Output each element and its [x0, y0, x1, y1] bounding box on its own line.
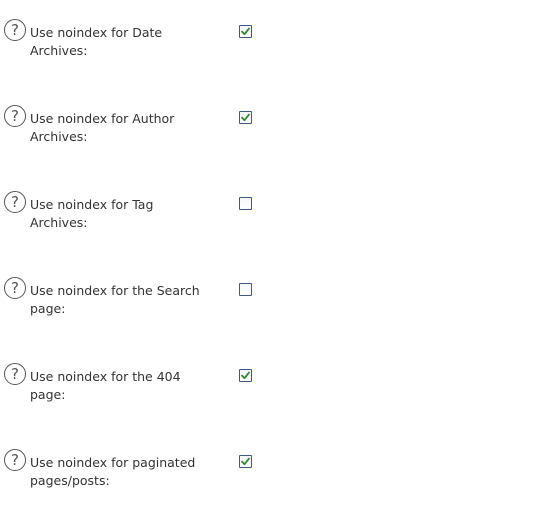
setting-label: Use noindex for Date Archives: [30, 25, 163, 58]
help-icon[interactable]: ? [4, 191, 26, 213]
setting-row-paginated: ? Use noindex for paginated pages/posts: [0, 449, 550, 509]
noindex-settings-list: ? Use noindex for Date Archives: ? Use n… [0, 0, 550, 508]
checkmark-icon [241, 113, 250, 122]
noindex-404-page-checkbox[interactable] [239, 369, 252, 382]
help-icon[interactable]: ? [4, 449, 26, 471]
setting-label: Use noindex for the Search page: [30, 283, 200, 316]
setting-row-404-page: ? Use noindex for the 404 page: [0, 363, 550, 423]
setting-row-search-page: ? Use noindex for the Search page: [0, 277, 550, 337]
checkmark-icon [241, 457, 250, 466]
noindex-date-archives-checkbox[interactable] [239, 25, 252, 38]
setting-label: Use noindex for the 404 page: [30, 369, 181, 402]
help-icon[interactable]: ? [4, 105, 26, 127]
checkmark-icon [241, 27, 250, 36]
setting-row-date-archives: ? Use noindex for Date Archives: [0, 19, 550, 79]
help-icon[interactable]: ? [4, 19, 26, 41]
noindex-search-page-checkbox[interactable] [239, 283, 252, 296]
noindex-tag-archives-checkbox[interactable] [239, 197, 252, 210]
setting-label: Use noindex for paginated pages/posts: [30, 455, 196, 488]
help-icon[interactable]: ? [4, 363, 26, 385]
setting-row-author-archives: ? Use noindex for Author Archives: [0, 105, 550, 165]
setting-label: Use noindex for Author Archives: [30, 111, 175, 144]
noindex-paginated-checkbox[interactable] [239, 455, 252, 468]
setting-label: Use noindex for Tag Archives: [30, 197, 154, 230]
help-icon[interactable]: ? [4, 277, 26, 299]
checkmark-icon [241, 371, 250, 380]
noindex-author-archives-checkbox[interactable] [239, 111, 252, 124]
setting-row-tag-archives: ? Use noindex for Tag Archives: [0, 191, 550, 251]
